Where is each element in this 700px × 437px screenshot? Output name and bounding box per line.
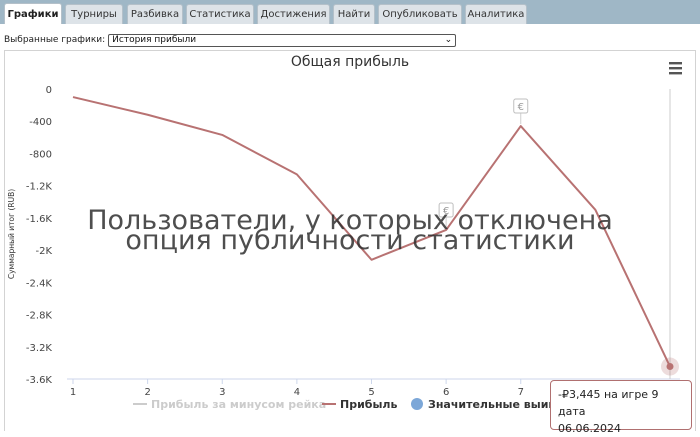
x-tick-label: 1 — [70, 387, 76, 398]
legend-item-2: Прибыль — [340, 398, 397, 411]
y-tick-label: -3.6K — [26, 375, 53, 386]
y-tick-label: -800 — [29, 149, 52, 160]
y-tick-label: -2K — [35, 246, 52, 257]
highlight-point — [666, 363, 674, 371]
y-axis-title: Суммарный итог (RUB) — [7, 189, 16, 279]
y-tick-label: -2.4K — [26, 278, 53, 289]
watermark-line-2: опция публичности статистики — [125, 225, 574, 256]
chart-tooltip: -₽3,445 на игре 9 дата 06.06.2024 — [550, 380, 692, 435]
x-tick-label: 4 — [294, 387, 300, 398]
tooltip-value: -₽3,445 на игре 9 дата — [558, 388, 659, 418]
legend-item-1: Прибыль за минусом рейка — [151, 398, 326, 411]
x-tick-label: 7 — [518, 387, 524, 398]
chart-title: Общая прибыль — [291, 54, 409, 70]
y-tick-label: -2.8K — [26, 311, 53, 322]
legend-symbol-3 — [411, 398, 423, 410]
x-tick-label: 2 — [144, 387, 150, 398]
y-tick-label: -3.2K — [26, 343, 53, 354]
profit-chart: Общая прибыль 0 -400 -800 -1.2K -1.6K -2K -2.4K… — [7, 54, 688, 414]
tooltip-date: 06.06.2024 — [558, 422, 621, 435]
flag-marker-label: € — [518, 102, 524, 113]
y-tick-label: -1.6K — [26, 214, 53, 225]
x-tick-label: 6 — [443, 387, 449, 398]
x-tick-label: 3 — [219, 387, 225, 398]
y-tick-label: -400 — [29, 117, 52, 128]
hamburger-icon[interactable] — [669, 62, 682, 75]
y-tick-label: 0 — [46, 85, 52, 96]
y-tick-label: -1.2K — [26, 182, 53, 193]
x-tick-label: 5 — [368, 387, 374, 398]
